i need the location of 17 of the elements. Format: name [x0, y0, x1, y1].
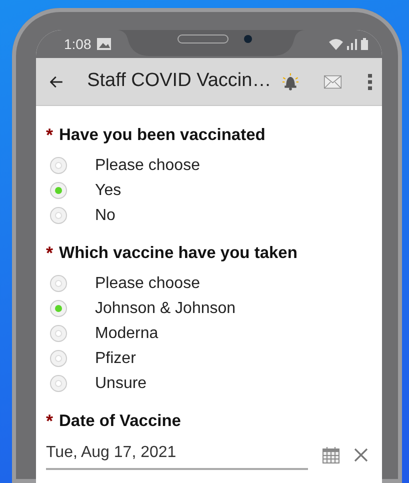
required-asterisk: * [46, 124, 54, 147]
option-label: Please choose [95, 274, 200, 294]
option-label: Johnson & Johnson [95, 298, 236, 318]
status-time: 1:08 [64, 34, 92, 54]
question-label: Date of Vaccine [59, 411, 181, 432]
required-asterisk: * [46, 242, 54, 265]
date-field[interactable]: Tue, Aug 17, 2021 [46, 439, 308, 470]
question-label: Which vaccine have you taken [59, 243, 298, 264]
option-label: Moderna [95, 324, 158, 344]
question-label: Have you been vaccinated [59, 125, 266, 146]
option-label: Yes [95, 180, 122, 200]
option-label: Pfizer [95, 348, 136, 368]
option-label: Unsure [95, 374, 147, 394]
option-label: Please choose [95, 156, 200, 176]
required-asterisk: * [46, 410, 54, 433]
option-label: No [95, 206, 116, 226]
app-title: Staff COVID Vaccin… [87, 69, 272, 94]
